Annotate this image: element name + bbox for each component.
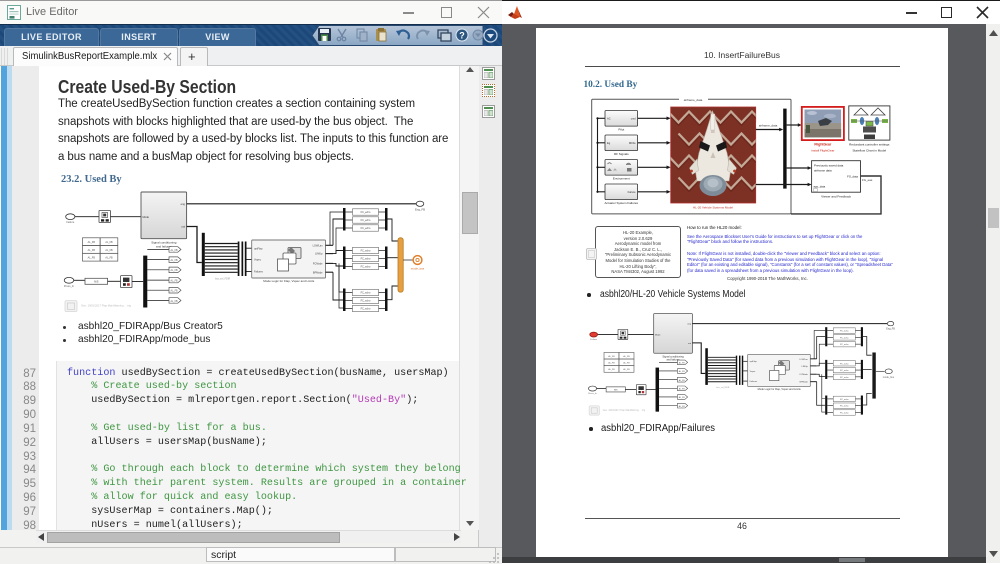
svg-text:install FlightGear: install FlightGear xyxy=(811,148,834,152)
svg-text:airframe_data: airframe_data xyxy=(759,124,778,128)
svg-text:FG_data: FG_data xyxy=(847,174,858,178)
svg-text:airframe_data: airframe_data xyxy=(684,98,703,102)
svg-text:RFlbs: RFlbs xyxy=(629,141,636,145)
svg-text:FG_eas: FG_eas xyxy=(862,178,873,182)
svg-text:Environment: Environment xyxy=(613,176,630,180)
svg-text:Failure: Failure xyxy=(590,338,597,341)
svg-text:Redundant controller settings: Redundant controller settings xyxy=(849,143,890,147)
svg-text:app_data: app_data xyxy=(814,185,826,189)
svg-text:mode_bus: mode_bus xyxy=(883,376,895,379)
svg-text:FlightGear: FlightGear xyxy=(814,143,832,147)
svg-text:RF Signals: RF Signals xyxy=(614,152,629,156)
svg-text:AC: AC xyxy=(607,117,611,121)
svg-text:Stateflow Chart in Model: Stateflow Chart in Model xyxy=(852,148,886,152)
svg-text:HL-20 Vehicle Systems Model: HL-20 Vehicle Systems Model xyxy=(693,206,733,210)
svg-text:Failure: Failure xyxy=(66,220,74,224)
svg-text:Previously saved data: Previously saved data xyxy=(814,164,844,168)
svg-text:Failure: Failure xyxy=(628,190,636,194)
svg-text:?: ? xyxy=(459,31,465,41)
svg-text:Eg: Eg xyxy=(607,141,611,145)
svg-text:airframe data: airframe data xyxy=(814,168,832,172)
svg-text:Pilot: Pilot xyxy=(618,127,624,131)
svg-text:Viewer and Feedback: Viewer and Feedback xyxy=(821,195,851,199)
svg-text:Actuator System Failures: Actuator System Failures xyxy=(605,201,639,205)
svg-text:cmd: cmd xyxy=(631,117,636,121)
svg-text:mode_bus: mode_bus xyxy=(411,266,425,270)
